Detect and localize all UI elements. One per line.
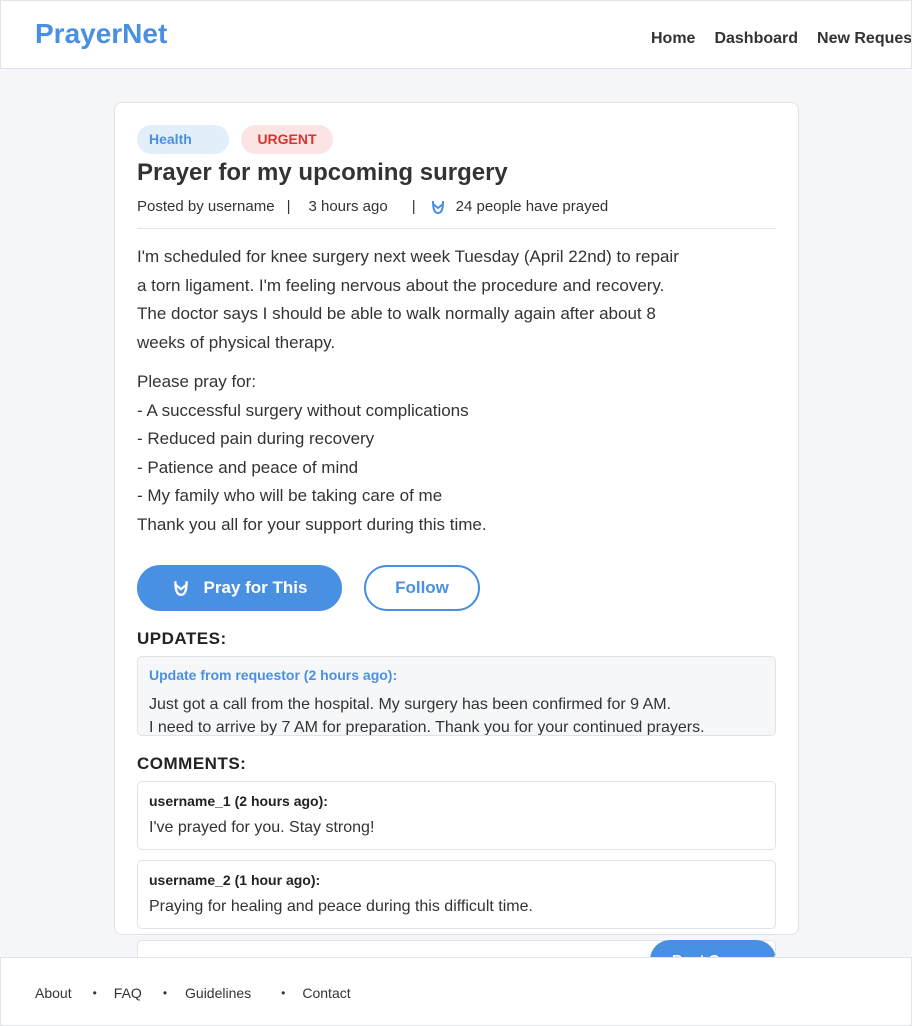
author-text: Posted by username <box>137 198 275 215</box>
footer: About • FAQ • Guidelines • Contact <box>0 957 912 1026</box>
footer-separator: • <box>92 986 97 1000</box>
update-header: Update from requestor (2 hours ago): <box>149 667 398 683</box>
comments-heading: COMMENTS: <box>137 754 247 773</box>
top-header: PrayerNet Home Dashboard New Request <box>0 0 912 69</box>
post-title: Prayer for my upcoming surgery <box>137 159 508 186</box>
urgent-badge: URGENT <box>241 125 333 154</box>
footer-links: About • FAQ • Guidelines • Contact <box>35 985 351 1001</box>
nav-home-link[interactable]: Home <box>651 30 695 48</box>
body-line: I'm scheduled for knee surgery next week… <box>137 247 679 266</box>
logo[interactable]: PrayerNet <box>35 18 167 50</box>
nav-new-request-link[interactable]: New Request <box>817 30 911 48</box>
body-line: - Patience and peace of mind <box>137 457 359 477</box>
body-line: - A successful surgery without complicat… <box>137 400 469 420</box>
comment-author: username_1 (2 hours ago): <box>149 793 328 809</box>
footer-faq-link[interactable]: FAQ <box>114 985 142 1001</box>
meta-separator: | <box>411 198 416 215</box>
body-line: weeks of physical therapy. <box>137 332 336 352</box>
post-meta: Posted by username | 3 hours ago | 24 pe… <box>137 198 608 215</box>
prayer-request-card: Health URGENT Prayer for my upcoming sur… <box>114 102 799 935</box>
follow-button[interactable]: Follow <box>364 565 480 611</box>
footer-separator: • <box>162 986 168 1000</box>
post-description: I'm scheduled for knee surgery next week… <box>137 243 697 357</box>
pray-button-label: Pray for This <box>203 578 308 597</box>
update-line: Just got a call from the hospital. My su… <box>149 696 672 713</box>
body-line: a torn ligament. I'm feeling nervous abo… <box>137 275 665 295</box>
praying-hands-icon <box>172 579 190 597</box>
post-body: I'm scheduled for knee surgery next week… <box>137 243 697 550</box>
body-line: The doctor says I should be able to walk… <box>137 304 656 323</box>
main-nav: Home Dashboard New Request <box>651 30 911 48</box>
prayer-points: Please pray for: - A successful surgery … <box>137 368 697 539</box>
pray-button[interactable]: Pray for This <box>137 565 342 611</box>
prayed-count: 24 people have prayed <box>455 198 609 215</box>
footer-contact-link[interactable]: Contact <box>302 985 350 1001</box>
divider <box>137 228 776 229</box>
body-line: - My family who will be taking care of m… <box>137 486 443 505</box>
body-line: Thank you all for your support during th… <box>137 514 487 534</box>
comment-item: username_1 (2 hours ago): I've prayed fo… <box>137 781 776 850</box>
comment-item: username_2 (1 hour ago): Praying for hea… <box>137 860 776 929</box>
footer-guidelines-link[interactable]: Guidelines <box>185 985 251 1001</box>
updates-heading: UPDATES: <box>137 629 227 648</box>
category-tag[interactable]: Health <box>137 125 229 154</box>
update-item: Update from requestor (2 hours ago): Jus… <box>137 656 776 736</box>
comment-text: I've prayed for you. Stay strong! <box>149 819 375 836</box>
praying-hands-icon <box>430 199 446 215</box>
footer-separator: • <box>281 986 286 1000</box>
body-line: - Reduced pain during recovery <box>137 429 375 448</box>
footer-about-link[interactable]: About <box>35 985 72 1001</box>
tag-list: Health URGENT <box>137 125 345 154</box>
meta-separator: | <box>286 198 291 215</box>
update-line: I need to arrive by 7 AM for preparation… <box>149 719 705 736</box>
body-line: Please pray for: <box>137 372 257 391</box>
update-text: Just got a call from the hospital. My su… <box>149 693 764 736</box>
post-time: 3 hours ago <box>308 198 388 215</box>
nav-dashboard-link[interactable]: Dashboard <box>714 30 798 48</box>
comment-text: Praying for healing and peace during thi… <box>149 898 533 915</box>
comment-author: username_2 (1 hour ago): <box>149 872 321 888</box>
